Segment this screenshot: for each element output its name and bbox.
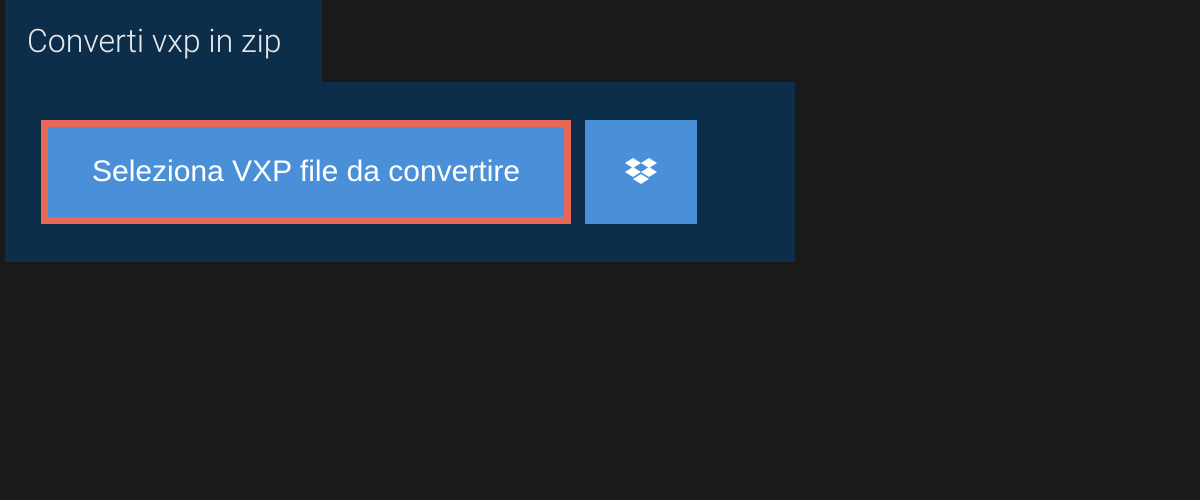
- select-file-label: Seleziona VXP file da convertire: [92, 155, 520, 188]
- dropbox-icon: [625, 158, 657, 186]
- button-row: Seleziona VXP file da convertire: [41, 120, 759, 224]
- select-file-button[interactable]: Seleziona VXP file da convertire: [48, 127, 564, 217]
- dropbox-button[interactable]: [585, 120, 697, 224]
- tab-label: Converti vxp in zip: [27, 22, 282, 60]
- tab-convert[interactable]: Converti vxp in zip: [5, 0, 322, 82]
- select-button-highlight: Seleziona VXP file da convertire: [41, 120, 571, 224]
- convert-panel: Seleziona VXP file da convertire: [5, 82, 795, 262]
